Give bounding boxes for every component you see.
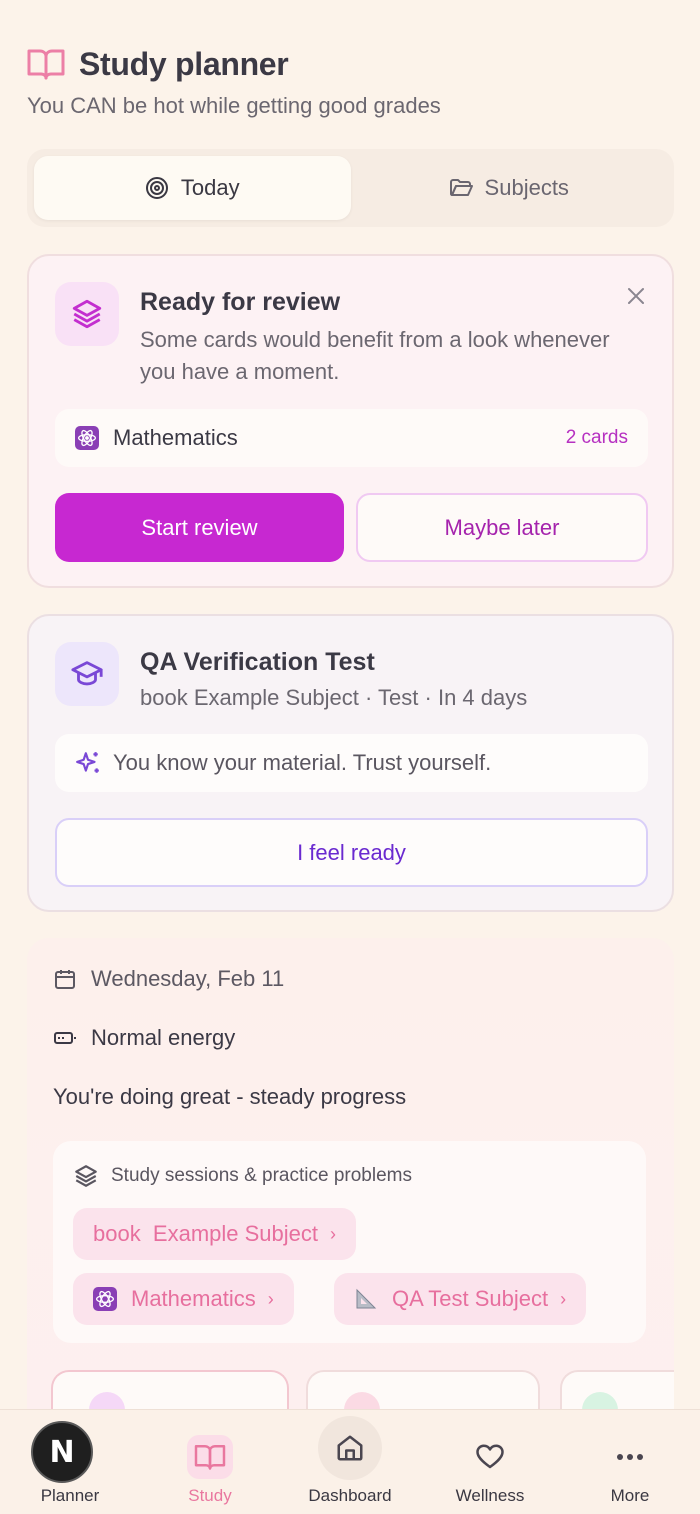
graduation-cap-icon <box>71 661 103 686</box>
review-subject-row[interactable]: Mathematics 2 cards <box>55 409 648 467</box>
date-row: Wednesday, Feb 11 <box>53 966 284 992</box>
battery-icon <box>54 1032 76 1044</box>
chevron-right-icon: › <box>560 1288 567 1309</box>
nav-wellness-label: Wellness <box>455 1486 525 1505</box>
tab-subjects[interactable]: Subjects <box>351 156 668 220</box>
exam-meta: book Example Subject · Test · In 4 days <box>140 685 528 710</box>
target-icon <box>145 177 168 199</box>
atom-icon <box>75 426 99 450</box>
nav-more[interactable]: More <box>560 1410 700 1514</box>
maybe-later-button[interactable]: Maybe later <box>356 493 648 562</box>
exam-icon-box <box>55 642 119 706</box>
exam-title: QA Verification Test <box>140 648 375 676</box>
review-card: Ready for review Some cards would benefi… <box>27 254 674 588</box>
triangle-ruler-icon <box>354 1287 378 1311</box>
subject-chip-label: QA Test Subject <box>392 1286 549 1311</box>
review-description: Some cards would benefit from a look whe… <box>140 327 610 384</box>
close-icon[interactable] <box>626 286 646 306</box>
page-header: Study planner <box>27 44 674 84</box>
avatar[interactable]: N <box>31 1421 93 1483</box>
date-text: Wednesday, Feb 11 <box>91 966 285 991</box>
book-open-icon <box>27 49 65 80</box>
nav-dashboard[interactable]: Dashboard <box>280 1410 420 1514</box>
review-subject-name: Mathematics <box>113 425 238 450</box>
sessions-heading-text: Study sessions & practice problems <box>111 1165 412 1186</box>
view-tabs: Today Subjects <box>27 149 674 227</box>
energy-row: Normal energy <box>53 1025 235 1051</box>
nav-dashboard-label: Dashboard <box>308 1486 392 1505</box>
calendar-icon <box>55 970 75 989</box>
feel-ready-button[interactable]: I feel ready <box>55 818 648 887</box>
folder-icon <box>449 179 473 196</box>
sessions-heading: Study sessions & practice problems <box>73 1163 412 1189</box>
page-subtitle: You CAN be hot while getting good grades <box>27 93 441 118</box>
review-title: Ready for review <box>140 288 341 316</box>
tab-today[interactable]: Today <box>34 156 351 220</box>
energy-text: Normal energy <box>91 1025 236 1050</box>
home-icon <box>318 1416 382 1480</box>
more-dots-icon <box>607 1435 653 1479</box>
layers-icon <box>75 1165 97 1187</box>
bottom-nav: Planner Study Dashboard Wellness More <box>0 1409 700 1514</box>
review-icon-box <box>55 282 119 346</box>
subject-chip-label: Mathematics <box>131 1286 256 1311</box>
subject-chip-label: book Example Subject <box>93 1221 319 1246</box>
tab-subjects-label: Subjects <box>484 175 569 200</box>
heart-icon <box>467 1435 513 1479</box>
layers-icon <box>72 299 102 329</box>
chevron-right-icon: › <box>330 1223 337 1244</box>
book-open-icon <box>187 1435 233 1479</box>
encouragement-row: You know your material. Trust yourself. <box>55 734 648 792</box>
sessions-box: Study sessions & practice problems book … <box>53 1141 646 1343</box>
start-review-button[interactable]: Start review <box>55 493 344 562</box>
nav-study-label: Study <box>188 1486 232 1505</box>
exam-card: QA Verification Test book Example Subjec… <box>27 614 674 912</box>
encouragement-text: You know your material. Trust yourself. <box>113 750 492 775</box>
progress-message: You're doing great - steady progress <box>53 1084 407 1109</box>
chevron-right-icon: › <box>267 1288 274 1309</box>
subject-chip[interactable]: QA Test Subject › <box>334 1273 587 1325</box>
nav-study[interactable]: Study <box>140 1410 280 1514</box>
nav-planner-label: Planner <box>40 1486 100 1505</box>
review-card-count: 2 cards <box>565 427 628 448</box>
page-title: Study planner <box>79 45 289 82</box>
nav-more-label: More <box>610 1486 650 1505</box>
tab-today-label: Today <box>180 175 240 200</box>
subject-chip[interactable]: book Example Subject › <box>73 1208 357 1260</box>
sparkles-icon <box>76 752 99 773</box>
nav-wellness[interactable]: Wellness <box>420 1410 560 1514</box>
atom-icon <box>93 1287 117 1311</box>
subject-chip[interactable]: Mathematics › <box>73 1273 294 1325</box>
